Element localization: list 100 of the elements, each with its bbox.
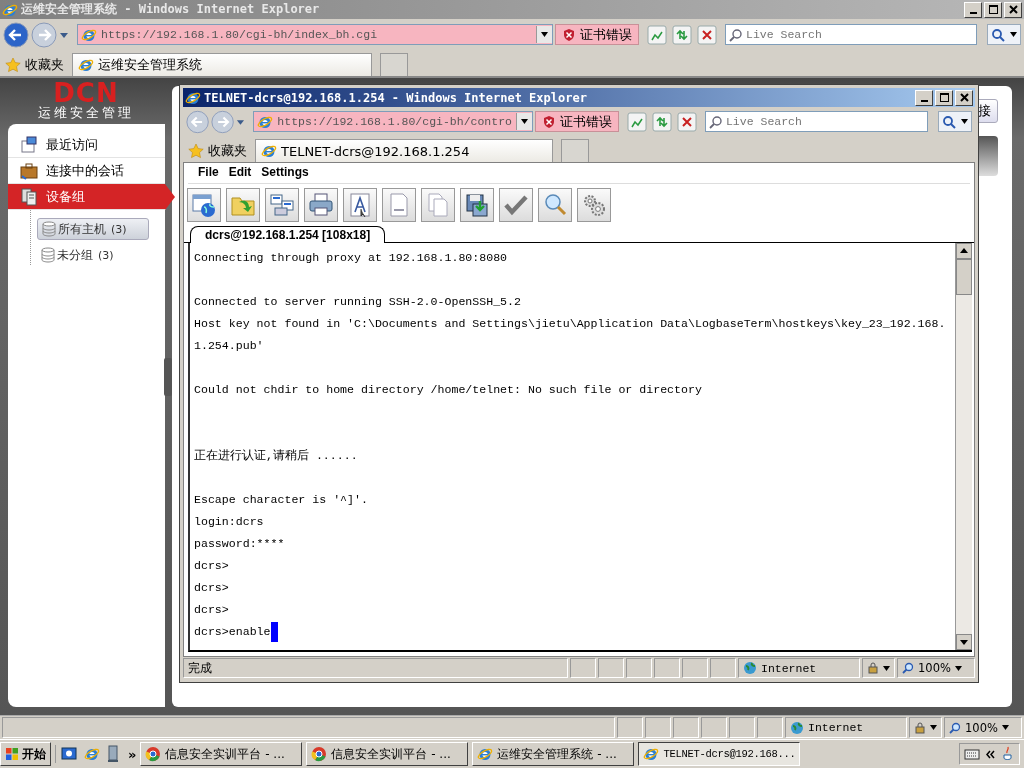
zoom-icon bbox=[902, 662, 914, 674]
menu-item[interactable]: Edit bbox=[228, 165, 252, 183]
taskbar-button[interactable]: TELNET-dcrs@192.168... bbox=[638, 742, 801, 766]
font-button[interactable] bbox=[343, 188, 377, 222]
nav-item[interactable]: 最近访问 bbox=[8, 132, 165, 158]
stop-icon[interactable] bbox=[697, 24, 717, 45]
protected-mode-button[interactable] bbox=[862, 658, 895, 678]
search-icon bbox=[708, 115, 723, 129]
certificate-error-button[interactable]: 证书错误 bbox=[555, 24, 639, 45]
close-button[interactable] bbox=[1004, 1, 1022, 18]
taskbar-button[interactable]: 信息安全实训平台 - ... bbox=[306, 742, 469, 766]
status-pane bbox=[682, 658, 708, 678]
restore-button[interactable] bbox=[984, 1, 1002, 18]
zone-indicator: Internet bbox=[738, 658, 860, 678]
page-button[interactable] bbox=[382, 188, 416, 222]
zoom-button[interactable]: 100% bbox=[944, 717, 1022, 738]
status-pane bbox=[673, 717, 699, 738]
chevron-button[interactable] bbox=[986, 749, 995, 759]
stop-icon[interactable] bbox=[676, 111, 697, 132]
caret-icon bbox=[520, 119, 528, 124]
text-cursor bbox=[270, 621, 278, 642]
search-button[interactable] bbox=[538, 188, 572, 222]
caret-icon[interactable] bbox=[236, 117, 246, 126]
window-icon bbox=[20, 135, 38, 154]
menu-item[interactable]: Settings bbox=[261, 165, 309, 183]
logo: DCN bbox=[53, 82, 119, 104]
scrollbar[interactable] bbox=[955, 243, 972, 650]
compatibility-icon[interactable] bbox=[647, 24, 667, 45]
status-pane bbox=[617, 717, 643, 738]
minimize-button[interactable] bbox=[915, 89, 933, 106]
dropdown-button[interactable] bbox=[536, 26, 552, 43]
search-button[interactable] bbox=[938, 111, 972, 132]
search-field[interactable]: Live Search bbox=[704, 111, 928, 132]
back-button[interactable] bbox=[3, 21, 29, 48]
search-icon bbox=[942, 114, 958, 129]
browser-icon bbox=[84, 746, 100, 762]
copy-button[interactable] bbox=[421, 188, 455, 222]
start-button[interactable]: 开始 bbox=[0, 742, 51, 766]
status-pane bbox=[729, 717, 755, 738]
scroll-down-icon[interactable] bbox=[956, 634, 972, 650]
scroll-up-icon[interactable] bbox=[956, 243, 972, 259]
close-icon bbox=[959, 93, 969, 102]
terminal-line: 正在进行认证,请稍后 ...... bbox=[194, 448, 359, 464]
forward-button[interactable] bbox=[31, 21, 57, 48]
caret-icon bbox=[961, 119, 968, 124]
keyboard-icon bbox=[964, 748, 980, 760]
caret-icon bbox=[954, 665, 962, 671]
caret-icon[interactable] bbox=[59, 30, 69, 39]
compatibility-icon[interactable] bbox=[626, 111, 647, 132]
status-pane bbox=[598, 658, 624, 678]
browser-tab[interactable]: TELNET-dcrs@192.168.1.254 bbox=[255, 139, 553, 162]
minimize-button[interactable] bbox=[964, 1, 982, 18]
desktop-icon[interactable] bbox=[60, 745, 78, 763]
terminal-line: Connecting through proxy at 192.168.1.80:8080 bbox=[194, 250, 509, 266]
computer-icon[interactable] bbox=[106, 745, 120, 763]
browser-icon bbox=[311, 746, 328, 762]
windows-icon bbox=[5, 747, 19, 761]
status-pane bbox=[654, 658, 680, 678]
save-button[interactable] bbox=[460, 188, 494, 222]
tree-item[interactable]: 未分组 (3) bbox=[37, 245, 120, 265]
terminal-line: dcrs> bbox=[194, 580, 230, 596]
star-icon bbox=[188, 143, 204, 159]
refresh-icon[interactable] bbox=[672, 24, 692, 45]
taskbar-button[interactable]: 信息安全实训平台 - ... bbox=[140, 742, 303, 766]
browser-tab[interactable]: 运维安全管理系统 bbox=[72, 53, 372, 76]
check-button[interactable] bbox=[499, 188, 533, 222]
gears-icon bbox=[581, 192, 607, 218]
caret-icon bbox=[541, 32, 548, 37]
terminal-line: Escape character is '^]'. bbox=[194, 492, 369, 508]
certificate-error-button[interactable]: 证书错误 bbox=[534, 111, 619, 132]
address-field[interactable]: https://192.168.1.80/cgi-bh/contro bbox=[253, 111, 533, 132]
status-text: 完成 bbox=[183, 658, 568, 678]
protected-mode-button[interactable] bbox=[909, 717, 942, 738]
collapse-handle[interactable] bbox=[164, 358, 172, 396]
globe-button[interactable] bbox=[187, 188, 221, 222]
taskbar-button[interactable]: 运维安全管理系统 - ... bbox=[472, 742, 635, 766]
shield-icon bbox=[562, 27, 576, 42]
favorites-button[interactable]: 收藏夹 bbox=[5, 54, 64, 76]
status-pane bbox=[710, 658, 736, 678]
maximize-button[interactable] bbox=[935, 89, 953, 106]
globe-icon bbox=[191, 192, 217, 218]
nav-item[interactable]: 设备组 bbox=[8, 184, 175, 210]
menu-item[interactable]: File bbox=[198, 165, 219, 183]
zoom-button[interactable]: 100% bbox=[897, 658, 975, 678]
dropdown-button[interactable] bbox=[515, 113, 532, 130]
search-field[interactable]: Live Search bbox=[725, 24, 977, 45]
refresh-icon[interactable] bbox=[651, 111, 672, 132]
session-tab[interactable]: dcrs@192.168.1.254 [108x18] bbox=[190, 226, 386, 243]
favorites-button[interactable]: 收藏夹 bbox=[188, 140, 247, 162]
printer-button[interactable] bbox=[304, 188, 338, 222]
scroll-thumb[interactable] bbox=[956, 259, 972, 295]
search-button[interactable] bbox=[987, 24, 1021, 45]
settings-button[interactable] bbox=[577, 188, 611, 222]
folder-button[interactable] bbox=[226, 188, 260, 222]
terminal-line: dcrs> bbox=[194, 602, 230, 618]
network-button[interactable] bbox=[265, 188, 299, 222]
more-button[interactable]: » bbox=[128, 746, 137, 762]
close-button[interactable] bbox=[955, 89, 973, 106]
tree-item[interactable]: 所有主机 (3) bbox=[37, 218, 149, 240]
address-field[interactable]: https://192.168.1.80/cgi-bh/index_bh.cgi bbox=[77, 24, 553, 45]
